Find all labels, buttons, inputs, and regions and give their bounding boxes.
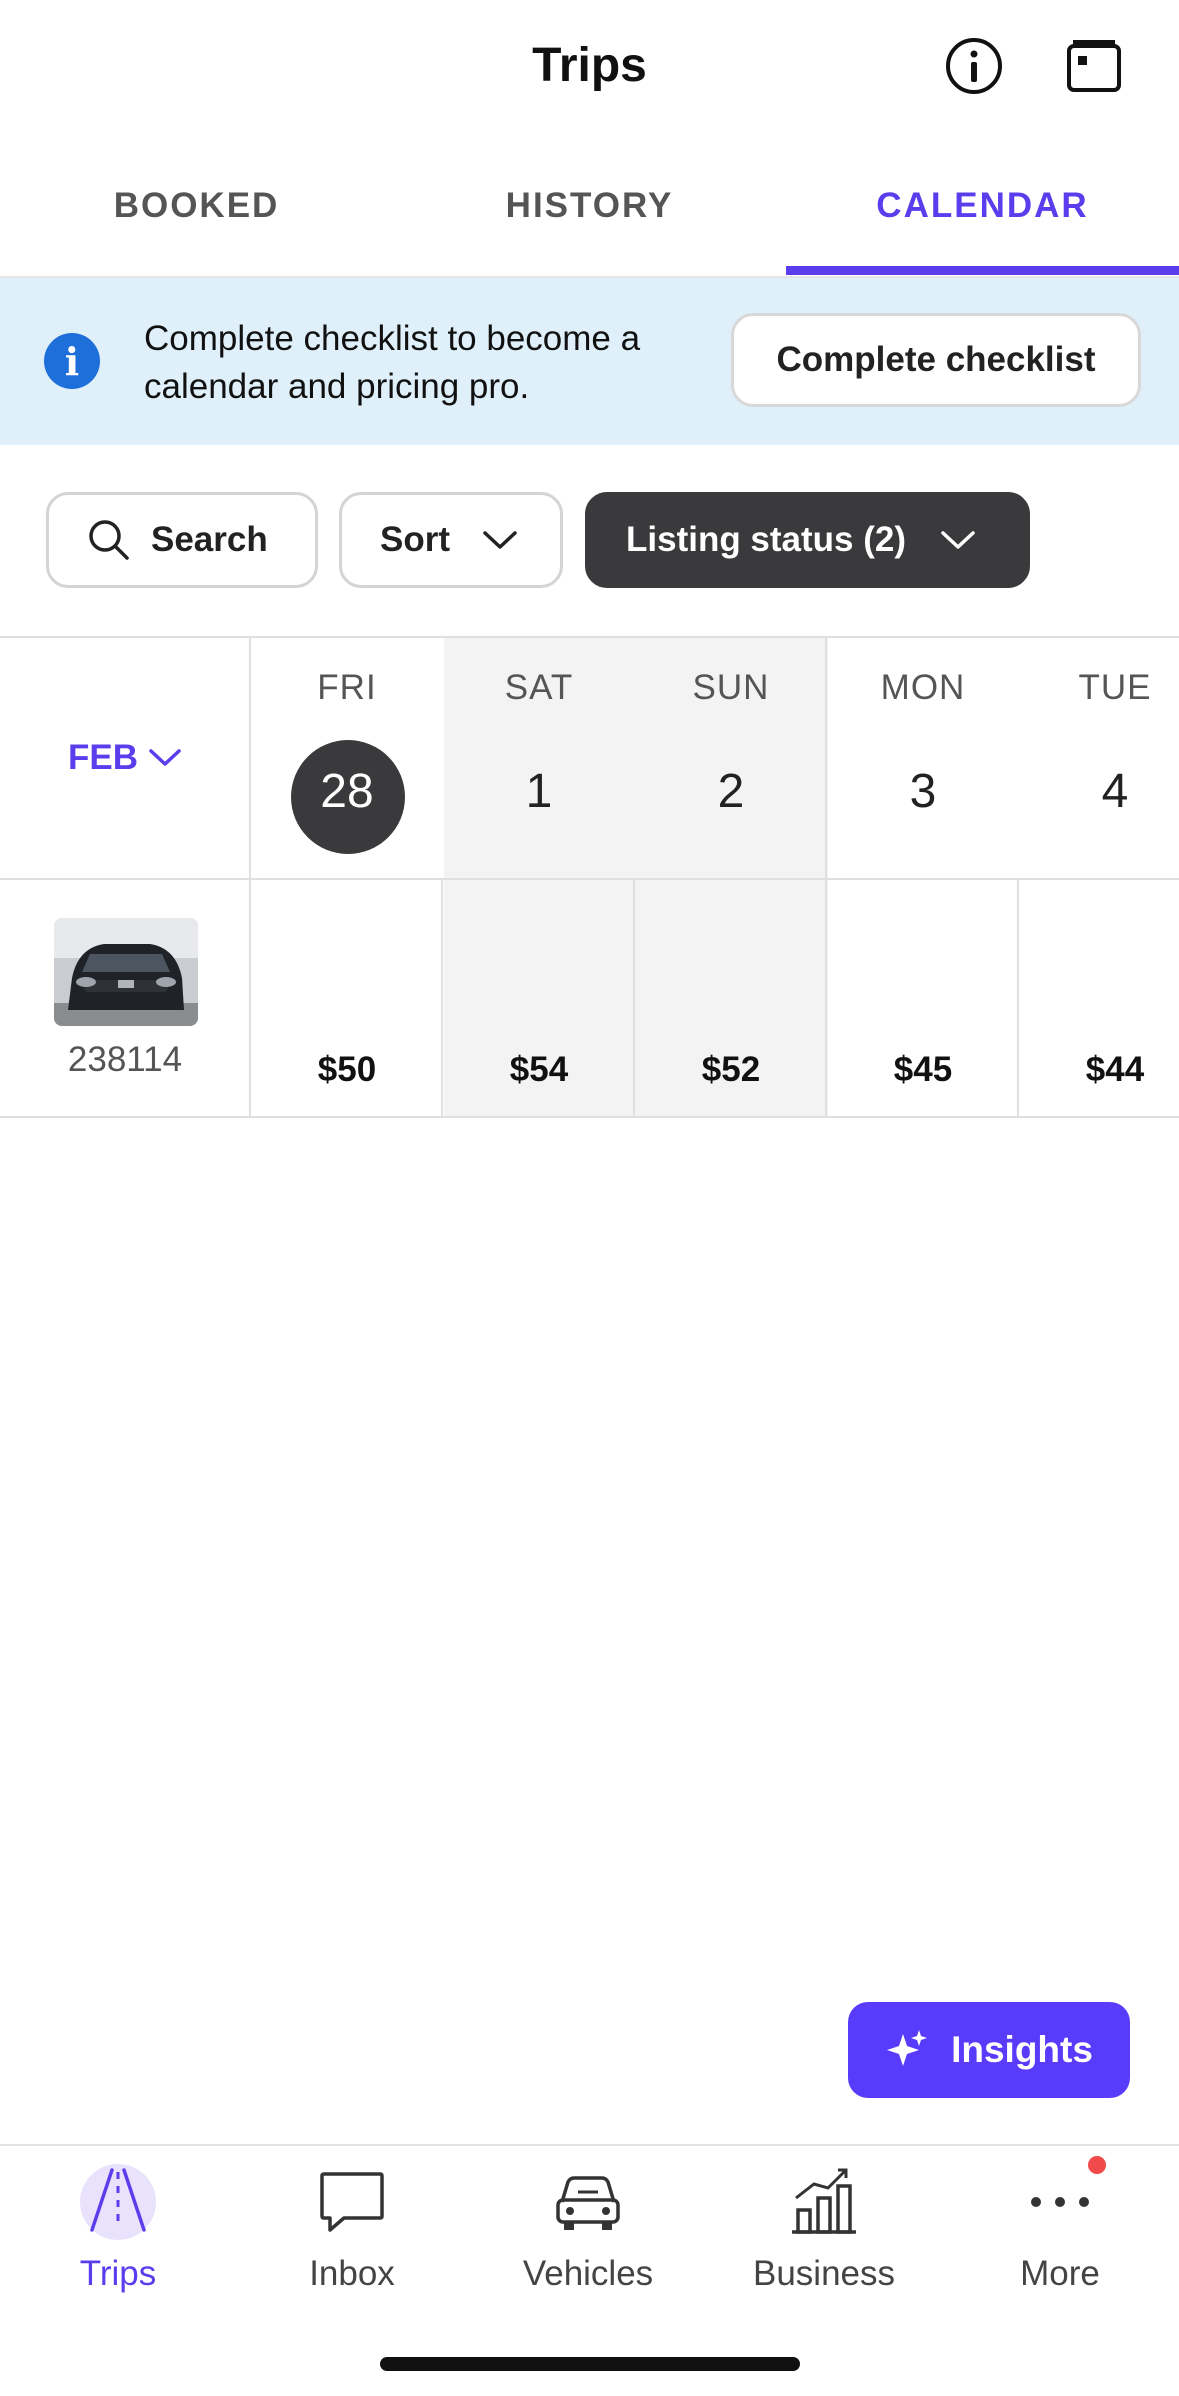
date-number[interactable]: 4 <box>1019 764 1179 819</box>
nav-item-inbox[interactable]: Inbox <box>234 2162 470 2294</box>
tab-booked[interactable]: BOOKED <box>0 186 393 226</box>
info-icon: i <box>44 333 100 389</box>
price-cell[interactable]: $54 <box>443 1050 635 1090</box>
car-icon <box>548 2162 628 2242</box>
date-number[interactable]: 3 <box>827 764 1019 819</box>
sparkle-icon <box>885 2028 929 2072</box>
nav-label: Inbox <box>309 2254 395 2293</box>
insights-label: Insights <box>951 2029 1093 2070</box>
chevron-down-icon <box>148 747 182 769</box>
calendar-row-border <box>0 878 1179 880</box>
price-cell[interactable]: $52 <box>635 1050 827 1090</box>
tab-calendar[interactable]: CALENDAR <box>786 186 1179 226</box>
home-indicator <box>380 2357 800 2371</box>
info-icon[interactable] <box>944 36 1004 96</box>
sort-button[interactable]: Sort <box>339 492 563 588</box>
day-of-week: SUN <box>692 668 770 707</box>
bar-chart-icon <box>784 2162 864 2242</box>
day-of-week: SAT <box>504 668 574 707</box>
more-dots-icon <box>1020 2156 1106 2242</box>
trips-road-icon <box>78 2162 158 2242</box>
listing-status-label: Listing status (2) <box>626 520 907 559</box>
nav-label: Vehicles <box>522 2254 654 2293</box>
chevron-down-icon <box>482 529 518 551</box>
search-button[interactable]: Search <box>46 492 318 588</box>
sort-label: Sort <box>380 520 450 559</box>
notification-badge <box>1088 2156 1106 2174</box>
price-cell[interactable]: $44 <box>1019 1050 1179 1090</box>
search-label: Search <box>151 520 268 559</box>
complete-checklist-button[interactable]: Complete checklist <box>731 313 1141 407</box>
month-selector[interactable]: FEB <box>68 738 182 778</box>
column-divider <box>825 638 827 1116</box>
chevron-down-icon <box>940 529 976 551</box>
price-cell[interactable]: $50 <box>251 1050 443 1090</box>
tab-history[interactable]: HISTORY <box>393 186 786 226</box>
search-icon <box>87 518 131 562</box>
nav-label: Business <box>752 2254 896 2293</box>
day-of-week: FRI <box>317 668 377 707</box>
bottom-nav-border <box>0 2144 1179 2146</box>
month-label: FEB <box>68 738 138 777</box>
insights-button[interactable]: Insights <box>848 2002 1130 2098</box>
nav-label: Trips <box>79 2254 157 2293</box>
listing-id: 238114 <box>67 1040 183 1079</box>
nav-item-more[interactable]: More <box>942 2156 1178 2294</box>
listing-status-filter[interactable]: Listing status (2) <box>585 492 1030 588</box>
date-number[interactable]: 2 <box>635 764 827 819</box>
chat-bubble-icon <box>312 2162 392 2242</box>
date-number[interactable]: 1 <box>443 764 635 819</box>
day-of-week: MON <box>880 668 966 707</box>
day-of-week: TUE <box>1078 668 1152 707</box>
vehicle-thumbnail[interactable] <box>54 918 198 1026</box>
wallet-icon[interactable] <box>1064 36 1124 96</box>
calendar-bottom-border <box>0 1116 1179 1118</box>
nav-item-business[interactable]: Business <box>706 2162 942 2294</box>
banner-text: Complete checklist to become a calendar … <box>144 319 641 406</box>
nav-item-trips[interactable]: Trips <box>0 2162 236 2294</box>
nav-item-vehicles[interactable]: Vehicles <box>470 2162 706 2294</box>
price-cell[interactable]: $45 <box>827 1050 1019 1090</box>
nav-label: More <box>1020 2254 1100 2293</box>
date-number[interactable]: 28 <box>251 764 443 819</box>
active-tab-indicator <box>786 266 1179 275</box>
